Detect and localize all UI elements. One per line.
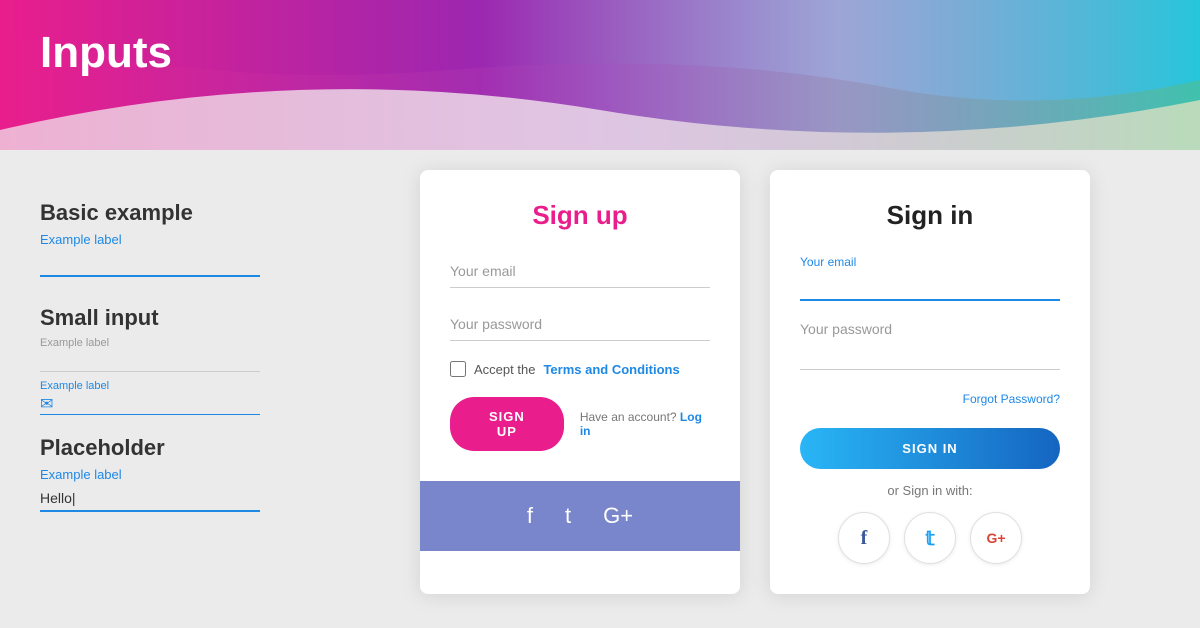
terms-checkbox[interactable] <box>450 361 466 377</box>
signup-card-body: Sign up Accept the Terms and Conditions … <box>420 170 740 481</box>
signup-button[interactable]: SIGN UP <box>450 397 564 451</box>
twitter-icon: 𝕥 <box>925 526 934 551</box>
header-wave <box>0 0 1200 160</box>
basic-section-title: Basic example <box>40 200 350 226</box>
small-section: Small input Example label Example label … <box>40 305 350 415</box>
mail-icon: ✉ <box>40 394 53 414</box>
signup-btn-row: SIGN UP Have an account? Log in <box>450 397 710 451</box>
placeholder-section: Placeholder Example label <box>40 435 350 512</box>
terms-checkbox-row: Accept the Terms and Conditions <box>450 361 710 377</box>
signin-password-field: Your password <box>800 321 1060 370</box>
checkbox-label-text: Accept the <box>474 362 535 377</box>
small-input-2[interactable] <box>59 395 260 413</box>
forgot-password-link[interactable]: Forgot Password? <box>963 392 1060 406</box>
signin-email-field: Your email <box>800 255 1060 301</box>
signup-card: Sign up Accept the Terms and Conditions … <box>420 170 740 594</box>
placeholder-section-title: Placeholder <box>40 435 350 461</box>
signup-card-footer: f t G+ <box>420 481 740 551</box>
signin-twitter-button[interactable]: 𝕥 <box>904 512 956 564</box>
signin-button[interactable]: SIGN IN <box>800 428 1060 469</box>
signup-google-icon[interactable]: G+ <box>603 503 633 529</box>
signin-email-input[interactable] <box>800 271 1060 301</box>
signin-google-button[interactable]: G+ <box>970 512 1022 564</box>
have-account-text: Have an account? Log in <box>580 410 710 438</box>
small-label-2: Example label <box>40 380 350 392</box>
google-icon: G+ <box>986 530 1005 546</box>
signup-title: Sign up <box>450 200 710 231</box>
facebook-icon: f <box>861 527 868 550</box>
basic-input[interactable] <box>40 251 260 277</box>
basic-field-label: Example label <box>40 232 350 247</box>
signup-facebook-icon[interactable]: f <box>527 503 533 529</box>
left-panel: Basic example Example label Small input … <box>40 170 350 512</box>
signup-email-field <box>450 255 710 288</box>
page-title: Inputs <box>40 28 172 78</box>
terms-link[interactable]: Terms and Conditions <box>543 362 679 377</box>
signin-card: Sign in Your email Your password Forgot … <box>770 170 1090 594</box>
signup-password-field <box>450 308 710 341</box>
placeholder-input[interactable] <box>40 486 260 512</box>
signup-password-input[interactable] <box>450 308 710 341</box>
small-input-1[interactable] <box>40 351 260 372</box>
signup-email-input[interactable] <box>450 255 710 288</box>
signin-title: Sign in <box>800 200 1060 231</box>
main-content: Basic example Example label Small input … <box>0 150 1200 628</box>
signup-twitter-icon[interactable]: t <box>565 503 571 529</box>
small-label-1: Example label <box>40 337 350 349</box>
signin-password-input[interactable] <box>800 341 1060 370</box>
signin-facebook-button[interactable]: f <box>838 512 890 564</box>
small-section-title: Small input <box>40 305 350 331</box>
basic-section: Basic example Example label <box>40 200 350 277</box>
social-buttons-row: f 𝕥 G+ <box>800 512 1060 564</box>
signin-password-label: Your password <box>800 321 1060 337</box>
forgot-row: Forgot Password? <box>800 390 1060 408</box>
cards-area: Sign up Accept the Terms and Conditions … <box>350 170 1160 594</box>
signin-email-label: Your email <box>800 255 1060 269</box>
placeholder-field-label: Example label <box>40 467 350 482</box>
small-input-with-icon-wrapper: ✉ <box>40 394 260 415</box>
or-signin-text: or Sign in with: <box>800 483 1060 498</box>
